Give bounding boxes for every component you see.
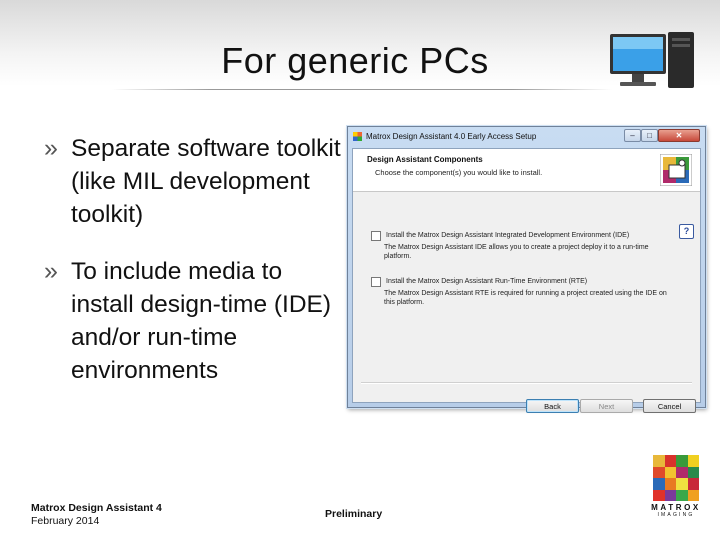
dialog-title: Matrox Design Assistant 4.0 Early Access… xyxy=(366,132,537,141)
ide-option: Install the Matrox Design Assistant Inte… xyxy=(371,231,671,261)
logo-tile xyxy=(676,478,688,490)
logo-tile xyxy=(653,489,665,501)
footer-date: February 2014 xyxy=(31,515,100,527)
rte-option-label[interactable]: Install the Matrox Design Assistant Run-… xyxy=(386,278,587,287)
installer-logo-icon xyxy=(660,154,692,186)
footer-product: Matrox Design Assistant 4 xyxy=(31,502,162,514)
logo-tile xyxy=(653,466,665,478)
logo-tile xyxy=(664,489,676,501)
dialog-titlebar[interactable]: Matrox Design Assistant 4.0 Early Access… xyxy=(348,127,705,147)
slide-title: For generic PCs xyxy=(221,40,489,81)
bullet-list: » Separate software toolkit (like MIL de… xyxy=(44,132,344,411)
logo-tile xyxy=(687,478,699,490)
rte-checkbox[interactable] xyxy=(371,277,381,287)
back-button[interactable]: Back xyxy=(526,399,579,413)
footer-status: Preliminary xyxy=(325,508,383,520)
logo-tile xyxy=(664,478,676,490)
logo-tile xyxy=(664,466,676,478)
bullet-marker: » xyxy=(44,257,58,285)
logo-tile xyxy=(676,466,688,478)
rte-option: Install the Matrox Design Assistant Run-… xyxy=(371,277,671,307)
minimize-button[interactable]: – xyxy=(624,129,641,142)
setup-dialog: Matrox Design Assistant 4.0 Early Access… xyxy=(347,126,706,413)
app-icon xyxy=(353,132,362,141)
footer-info: Matrox Design Assistant 4 February 2014 xyxy=(31,502,162,528)
next-button[interactable]: Next xyxy=(580,399,633,413)
bullet-marker: » xyxy=(44,134,58,162)
logo-tile xyxy=(687,489,699,501)
logo-tile xyxy=(653,478,665,490)
dialog-header: Design Assistant Components Choose the c… xyxy=(353,149,700,192)
logo-mosaic xyxy=(653,455,699,501)
logo-subtext: IMAGING xyxy=(657,512,695,518)
logo-tile xyxy=(664,455,676,467)
components-subheading: Choose the component(s) you would like t… xyxy=(375,168,543,177)
logo-tile xyxy=(687,455,699,467)
ide-checkbox[interactable] xyxy=(371,231,381,241)
bullet-text: Separate software toolkit (like MIL deve… xyxy=(71,135,341,228)
logo-tile xyxy=(653,455,665,467)
close-button[interactable]: ✕ xyxy=(658,129,700,142)
title-divider xyxy=(112,89,612,90)
desktop-pc-icon xyxy=(610,32,694,88)
ide-option-label[interactable]: Install the Matrox Design Assistant Inte… xyxy=(386,232,629,241)
dialog-separator xyxy=(361,382,692,384)
bullet-item: » To include media to install design-tim… xyxy=(44,255,344,387)
logo-wordmark: MATROX xyxy=(651,503,701,512)
logo-tile xyxy=(687,466,699,478)
matrox-logo: MATROX IMAGING xyxy=(650,455,702,518)
logo-tile xyxy=(676,489,688,501)
ide-option-description: The Matrox Design Assistant IDE allows y… xyxy=(384,244,649,260)
bullet-text: To include media to install design-time … xyxy=(71,258,332,384)
maximize-button[interactable]: □ xyxy=(641,129,658,142)
logo-tile xyxy=(676,455,688,467)
rte-option-description: The Matrox Design Assistant RTE is requi… xyxy=(384,290,667,306)
components-heading: Design Assistant Components xyxy=(367,155,483,164)
dialog-body: Design Assistant Components Choose the c… xyxy=(352,148,701,413)
cancel-button[interactable]: Cancel xyxy=(643,399,696,413)
bullet-item: » Separate software toolkit (like MIL de… xyxy=(44,132,344,231)
help-icon[interactable]: ? xyxy=(679,224,694,239)
